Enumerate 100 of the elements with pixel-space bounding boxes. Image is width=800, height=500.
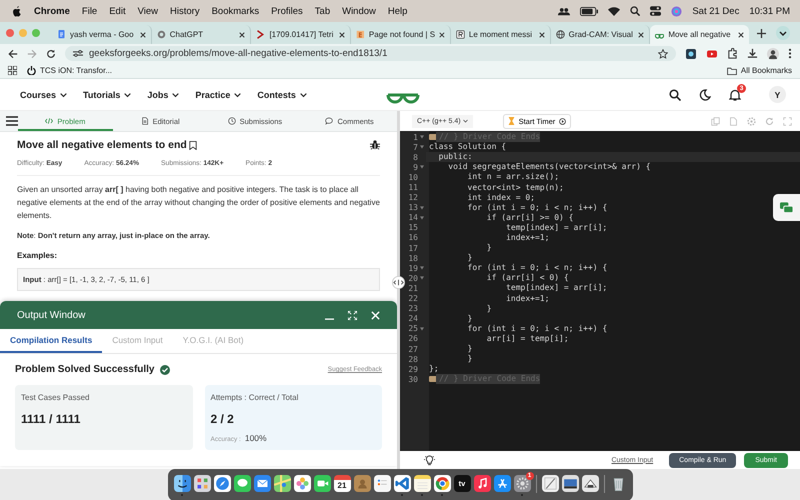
- app-icon[interactable]: [294, 475, 310, 492]
- fold-arrow-icon[interactable]: [420, 206, 424, 210]
- code-line: void segregateElements(vector<int>& arr) {: [447, 162, 651, 172]
- fold-arrow-icon[interactable]: [420, 276, 424, 280]
- apps-grid-icon[interactable]: [8, 66, 17, 75]
- fold-arrow-icon[interactable]: [420, 165, 424, 170]
- nav-menu[interactable]: Courses: [20, 90, 68, 100]
- search-icon[interactable]: [630, 6, 640, 16]
- control-center-icon[interactable]: [650, 6, 662, 16]
- fold-arrow-icon[interactable]: [420, 135, 424, 140]
- app-icon[interactable]: [234, 475, 250, 492]
- puzzle-icon[interactable]: [727, 48, 738, 59]
- code-line: index+=1;: [505, 294, 550, 304]
- nav-menu[interactable]: Contests: [257, 90, 307, 100]
- code-line: }: [466, 344, 472, 354]
- app-icon[interactable]: [414, 475, 430, 492]
- code-line: if (arr[i] >= 0) {: [486, 212, 574, 223]
- more-menu-icon[interactable]: [788, 48, 792, 59]
- app-icon[interactable]: [434, 475, 450, 492]
- fold-arrow-icon[interactable]: [420, 216, 424, 220]
- app-icon[interactable]: [214, 475, 230, 492]
- plus-icon[interactable]: [757, 28, 766, 38]
- video-extension-icon[interactable]: [706, 48, 718, 60]
- menu-item[interactable]: Window: [342, 6, 376, 16]
- line-number: 21: [407, 284, 418, 293]
- battery-icon[interactable]: [580, 6, 598, 16]
- favicon-icon: [456, 30, 465, 39]
- fold-arrow-icon[interactable]: [420, 145, 424, 150]
- app-icon[interactable]: [374, 475, 390, 492]
- apple-icon[interactable]: [12, 6, 22, 16]
- bookmark[interactable]: TCS iON: Transfor...: [27, 66, 112, 75]
- profile-avatar[interactable]: [767, 48, 779, 60]
- menu-item[interactable]: Help: [388, 6, 408, 16]
- chat-icon: [780, 202, 793, 214]
- menu-item[interactable]: Bookmarks: [212, 6, 260, 16]
- app-icon[interactable]: [274, 475, 290, 492]
- close-icon[interactable]: [140, 32, 146, 38]
- code-line: for (int i = 0; i < n; i++) {: [466, 263, 608, 274]
- nav-menu[interactable]: Tutorials: [83, 90, 132, 100]
- app-menu[interactable]: Chrome: [34, 6, 70, 16]
- menu-item[interactable]: File: [82, 6, 98, 16]
- chevron-down-icon: [300, 92, 307, 98]
- fold-arrow-icon[interactable]: [420, 266, 424, 270]
- expand-icon[interactable]: [348, 310, 357, 320]
- menu-item[interactable]: Edit: [109, 6, 126, 16]
- app-icon[interactable]: [582, 475, 598, 492]
- app-icon[interactable]: [474, 475, 490, 492]
- app-icon[interactable]: 21: [334, 475, 350, 492]
- app-icon[interactable]: [194, 475, 210, 492]
- star-icon[interactable]: [658, 48, 668, 58]
- tab-search-icon[interactable]: [776, 26, 790, 40]
- close-icon[interactable]: [339, 32, 346, 38]
- line-number: 27: [407, 344, 418, 354]
- app-icon[interactable]: [542, 475, 558, 492]
- bug-icon[interactable]: [370, 140, 380, 150]
- close-icon[interactable]: [738, 32, 744, 38]
- moon-icon[interactable]: [699, 88, 711, 100]
- bell-icon[interactable]: [729, 88, 741, 100]
- app-icon[interactable]: [394, 475, 410, 492]
- close-window-button[interactable]: [6, 29, 14, 37]
- app-icon[interactable]: [174, 475, 190, 492]
- siri-icon[interactable]: [671, 6, 682, 16]
- close-icon[interactable]: [638, 32, 644, 38]
- all-bookmarks-button[interactable]: All Bookmarks: [726, 66, 792, 75]
- menu-item[interactable]: Tab: [314, 6, 330, 16]
- fold-arrow-icon[interactable]: [420, 326, 424, 331]
- lightbulb-icon[interactable]: [424, 454, 435, 466]
- chat-button[interactable]: [773, 194, 800, 221]
- menu-item[interactable]: History: [170, 6, 200, 16]
- browser-tab[interactable]: Move all negative: [650, 25, 750, 44]
- line-number: 7: [412, 142, 418, 152]
- menu-item[interactable]: Profiles: [271, 6, 303, 16]
- app-icon[interactable]: [562, 475, 578, 492]
- splitter-handle-icon[interactable]: [392, 276, 405, 289]
- close-icon[interactable]: [538, 32, 545, 38]
- nav-menu[interactable]: Jobs: [147, 90, 180, 100]
- favicon-icon: [156, 30, 166, 39]
- extension-icon[interactable]: [685, 48, 697, 60]
- tab[interactable]: Compilation Results: [0, 329, 102, 353]
- search-icon[interactable]: [669, 88, 681, 100]
- menu-icon[interactable]: [6, 116, 18, 126]
- app-icon[interactable]: [254, 475, 270, 492]
- reload-icon[interactable]: [46, 48, 56, 58]
- nav-menu[interactable]: Practice: [195, 90, 242, 100]
- app-icon[interactable]: [494, 475, 510, 492]
- close-icon[interactable]: [439, 32, 445, 38]
- menu-item[interactable]: View: [138, 6, 158, 16]
- download-icon[interactable]: [747, 48, 758, 59]
- site-info-icon[interactable]: [73, 49, 83, 58]
- avatar-button[interactable]: Y: [769, 86, 786, 103]
- people-icon[interactable]: [558, 6, 570, 16]
- close-icon[interactable]: [239, 32, 246, 38]
- wifi-icon[interactable]: [608, 6, 620, 16]
- app-icon[interactable]: [314, 475, 330, 492]
- line-number: 8: [412, 152, 418, 162]
- line-number: 19: [407, 264, 418, 273]
- back-icon[interactable]: [8, 48, 18, 58]
- bookmark-icon[interactable]: [188, 140, 197, 150]
- address-bar[interactable]: geeksforgeeks.org/problems/move-all-negative-elements-to-end1813/1: [65, 46, 676, 61]
- play-circle-icon: [559, 118, 566, 124]
